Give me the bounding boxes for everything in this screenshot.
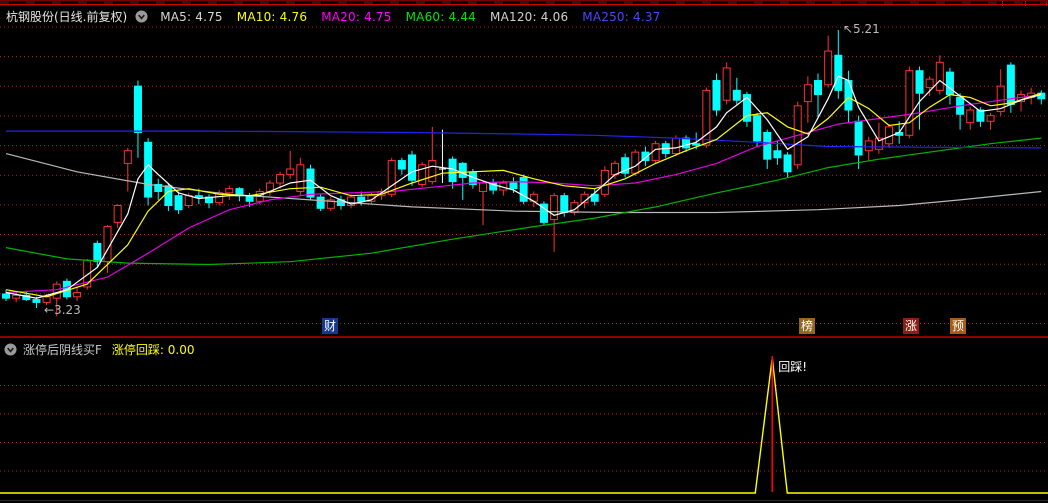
window-bottom-edge xyxy=(0,500,1048,501)
ma-legend-item: MA20: 4.75 xyxy=(321,9,392,24)
indicator-field-label: 涨停回踩: xyxy=(111,343,164,357)
event-tab-财[interactable]: 财 xyxy=(322,318,338,334)
low-price-label: ←3.23 xyxy=(44,303,81,317)
ma-legend-item: MA10: 4.76 xyxy=(236,9,308,24)
indicator-name: 涨停后阴线买F xyxy=(23,343,102,357)
candlestick-chart[interactable] xyxy=(0,0,1048,503)
ma-legend-item: MA60: 4.44 xyxy=(405,9,477,24)
event-tab-榜[interactable]: 榜 xyxy=(799,318,815,334)
indicator-header: 涨停后阴线买F 涨停回踩: 0.00 xyxy=(4,341,195,358)
main-chart-header: 杭钢股份(日线.前复权) MA5: 4.75 MA10: 4.76 MA20: 4.… xyxy=(6,8,661,25)
event-tab-涨[interactable]: 涨 xyxy=(903,318,919,334)
indicator-field-value: 0.00 xyxy=(167,343,195,357)
ma-legend: MA5: 4.75 MA10: 4.76 MA20: 4.75 MA60: 4.44 M… xyxy=(160,10,660,24)
ma-legend-item: MA120: 4.06 xyxy=(490,9,569,24)
chevron-down-icon[interactable] xyxy=(135,10,148,23)
event-tab-预[interactable]: 预 xyxy=(950,318,966,334)
chevron-down-icon[interactable] xyxy=(4,343,17,356)
signal-label: 回踩! xyxy=(778,360,808,374)
high-price-label: ↖5.21 xyxy=(843,22,880,36)
indicator-value: 涨停回踩: 0.00 xyxy=(112,341,195,358)
stock-title: 杭钢股份(日线.前复权) xyxy=(6,10,128,24)
ma-legend-item: MA250: 4.37 xyxy=(582,9,661,24)
ma-legend-item: MA5: 4.75 xyxy=(160,9,223,24)
stock-app-screen: 杭钢股份(日线.前复权) MA5: 4.75 MA10: 4.76 MA20: 4.… xyxy=(0,0,1048,503)
